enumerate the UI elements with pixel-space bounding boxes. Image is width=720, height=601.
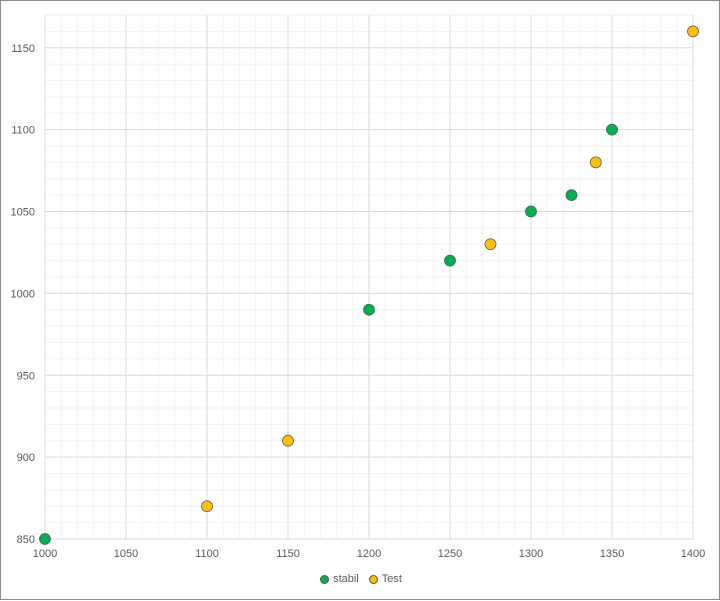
x-tick-label: 1100: [195, 548, 219, 560]
point-test: [589, 156, 602, 169]
x-tick-label: 1050: [114, 548, 138, 560]
legend: stabil Test: [1, 573, 720, 585]
point-test: [201, 500, 213, 513]
legend-item-stabil: stabil: [320, 573, 359, 585]
x-tick-label: 1200: [357, 548, 381, 560]
point-test: [282, 434, 294, 447]
point-test: [687, 25, 699, 38]
legend-item-test: Test: [368, 573, 402, 585]
legend-marker: [320, 574, 330, 584]
y-tick-label: 950: [17, 370, 35, 382]
scatter-chart: 1000 1050 1100 1150 1200 1250 1300 1350 1400 850 9…: [11, 14, 705, 560]
x-tick-label: 1350: [600, 548, 624, 560]
legend-label: Test: [381, 573, 402, 585]
x-tick-label: 1000: [33, 548, 57, 560]
chart-frame: 1000 1050 1100 1150 1200 1250 1300 1350 1400 850 9…: [0, 0, 720, 600]
y-tick-label: 1100: [11, 125, 35, 137]
point-stabil: [565, 189, 578, 202]
x-tick-label: 1250: [438, 548, 462, 560]
point-stabil: [39, 533, 51, 545]
y-tick-label: 850: [17, 534, 35, 546]
point-test: [484, 238, 497, 251]
y-tick-label: 1150: [11, 43, 35, 55]
y-tick-label: 1050: [11, 207, 35, 219]
point-stabil: [363, 303, 375, 316]
x-tick-label: 1300: [519, 548, 543, 560]
x-tick-label: 1400: [681, 548, 705, 560]
x-tick-label: 1150: [276, 548, 300, 560]
point-stabil: [525, 205, 537, 218]
legend-marker: [368, 574, 378, 584]
legend-label: stabil: [333, 573, 359, 585]
point-stabil: [444, 254, 456, 267]
point-stabil: [606, 123, 618, 136]
y-tick-label: 1000: [11, 288, 35, 300]
y-tick-label: 900: [17, 452, 35, 464]
